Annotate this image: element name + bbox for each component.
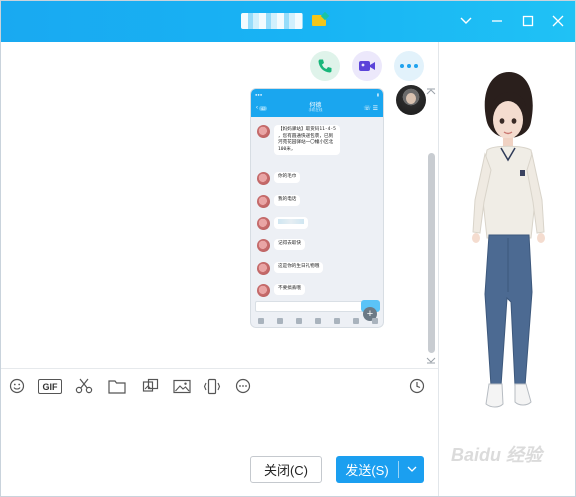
message-input[interactable] xyxy=(1,399,438,449)
shot-input xyxy=(255,301,365,312)
show-avatar-panel xyxy=(438,42,575,496)
scroll-down-icon[interactable] xyxy=(426,356,436,364)
shot-message: 不要搞丢哦 xyxy=(257,284,305,297)
close-icon[interactable] xyxy=(548,11,568,31)
video-icon xyxy=(359,61,375,71)
gif-icon[interactable]: GIF xyxy=(38,379,62,394)
scroll-up-icon[interactable] xyxy=(426,88,436,96)
watermark: Baidu 经验 xyxy=(451,445,543,465)
shot-message: 记得去取快 xyxy=(257,239,305,252)
video-call-button[interactable] xyxy=(352,51,382,81)
emoji-icon[interactable] xyxy=(7,376,27,396)
folder-icon[interactable] xyxy=(107,376,127,396)
shot-blurred-number xyxy=(278,219,304,224)
shot-avatar xyxy=(257,262,270,275)
shot-status-bar: ●●● ▮ xyxy=(251,89,383,99)
history-clock-icon[interactable] xyxy=(407,376,427,396)
chevron-down-icon[interactable] xyxy=(456,11,476,31)
picture-icon[interactable] xyxy=(172,376,192,396)
divider xyxy=(1,368,438,369)
shot-message: 你的毛巾 xyxy=(257,172,301,185)
contact-name-blurred xyxy=(241,13,303,29)
shot-avatar xyxy=(257,284,270,297)
chat-window: ●●● ▮ ‹ 42 何德 手机在线 ☏ ☰ 【妈妈驿站】取货码11-4-5 ，您有圆… xyxy=(0,0,576,497)
send-button[interactable]: 发送(S) xyxy=(336,456,424,483)
shared-screenshot-image[interactable]: ●●● ▮ ‹ 42 何德 手机在线 ☏ ☰ 【妈妈驿站】取货码11-4-5 ，您有圆… xyxy=(250,88,384,328)
minimize-icon[interactable] xyxy=(487,11,507,31)
shot-message: 这是你的生日礼物哦 xyxy=(257,262,324,275)
character-figure xyxy=(472,72,545,408)
phone-call-button[interactable] xyxy=(310,51,340,81)
phone-icon xyxy=(318,59,332,73)
shot-avatar xyxy=(257,217,270,230)
shot-avatar xyxy=(257,125,270,138)
input-toolbar: GIF xyxy=(1,375,438,397)
more-actions-button[interactable] xyxy=(394,51,424,81)
shot-chat-subtitle: 手机在线 xyxy=(308,108,323,113)
screen-shake-icon[interactable] xyxy=(202,376,222,396)
avatar[interactable] xyxy=(396,85,426,115)
maximize-icon[interactable] xyxy=(518,11,538,31)
shot-message xyxy=(257,217,308,230)
shot-header: ‹ 42 何德 手机在线 ☏ ☰ xyxy=(251,99,383,117)
send-label[interactable]: 发送(S) xyxy=(336,460,398,479)
shot-message: 我的电话 xyxy=(257,195,301,208)
shot-tool-bar xyxy=(251,314,383,327)
image-crop-icon[interactable] xyxy=(140,376,160,396)
title-bar[interactable] xyxy=(1,1,575,42)
shot-avatar xyxy=(257,172,270,185)
vip-badge-icon[interactable] xyxy=(312,15,326,26)
close-button[interactable]: 关闭(C) xyxy=(250,456,322,483)
shot-message: 【妈妈驿站】取货码11-4-5 ，您有圆通快递包裹，已到 河苑花园驿站一〇幢小区… xyxy=(257,125,340,156)
shot-unread-badge: 42 xyxy=(259,105,268,111)
more-options-icon[interactable] xyxy=(233,376,253,396)
shot-avatar xyxy=(257,195,270,208)
shot-avatar xyxy=(257,239,270,252)
scissors-icon[interactable] xyxy=(74,376,94,396)
send-options-chevron-icon[interactable] xyxy=(399,466,424,473)
scrollbar[interactable] xyxy=(428,153,435,353)
